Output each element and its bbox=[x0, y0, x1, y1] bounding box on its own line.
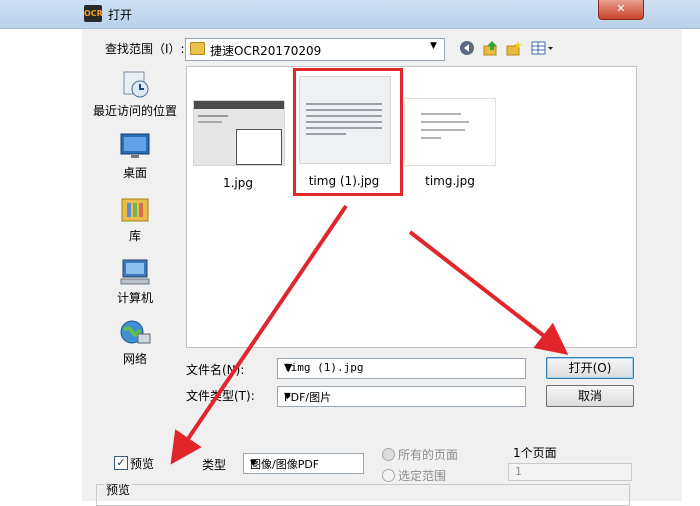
arrow-to-preview bbox=[170, 204, 348, 465]
arrow-to-open-button bbox=[408, 230, 569, 355]
annotation-arrows bbox=[170, 204, 569, 465]
